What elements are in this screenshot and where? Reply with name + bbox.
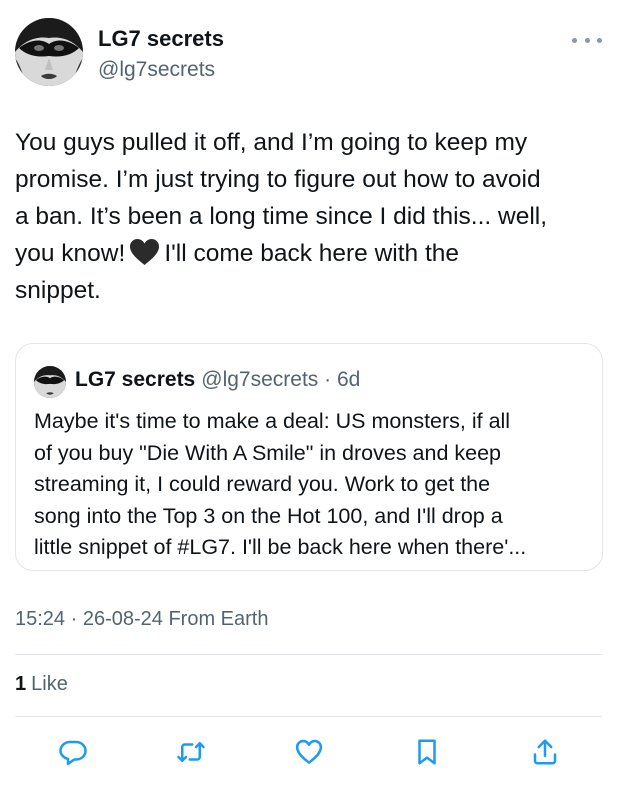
tweet-header: LG7 secrets @lg7secrets xyxy=(15,18,602,88)
share-icon[interactable] xyxy=(527,734,563,770)
tweet-text: You guys pulled it off, and I’m going to… xyxy=(15,124,605,309)
quoted-avatar xyxy=(34,366,66,398)
likes-summary[interactable]: 1 Like xyxy=(15,673,68,696)
quoted-text: Maybe it's time to make a deal: US monst… xyxy=(34,409,527,559)
tweet-timestamp[interactable]: 15:24 · 26-08-24 From Earth xyxy=(15,608,268,631)
avatar[interactable] xyxy=(15,18,83,86)
reply-icon[interactable] xyxy=(55,734,91,770)
quoted-meta: @lg7secrets · 6d xyxy=(201,368,361,391)
divider xyxy=(15,654,602,655)
divider xyxy=(15,716,602,717)
black-heart-icon xyxy=(129,238,160,266)
quoted-tweet[interactable]: LG7 secrets @lg7secrets · 6d Maybe it's t… xyxy=(15,343,603,571)
action-bar xyxy=(55,734,565,770)
author-name[interactable]: LG7 secrets xyxy=(98,26,224,52)
retweet-icon[interactable] xyxy=(173,734,209,770)
bookmark-icon[interactable] xyxy=(409,734,445,770)
tweet-detail: LG7 secrets @lg7secrets You guys pulled … xyxy=(0,0,617,800)
likes-label: Like xyxy=(31,673,68,695)
like-icon[interactable] xyxy=(291,734,327,770)
likes-count: 1 xyxy=(15,673,27,695)
author-handle[interactable]: @lg7secrets xyxy=(98,58,215,82)
more-options-icon[interactable] xyxy=(572,30,602,50)
quoted-header: LG7 secrets @lg7secrets · 6d xyxy=(75,368,360,392)
quoted-author-name: LG7 secrets xyxy=(75,368,196,391)
